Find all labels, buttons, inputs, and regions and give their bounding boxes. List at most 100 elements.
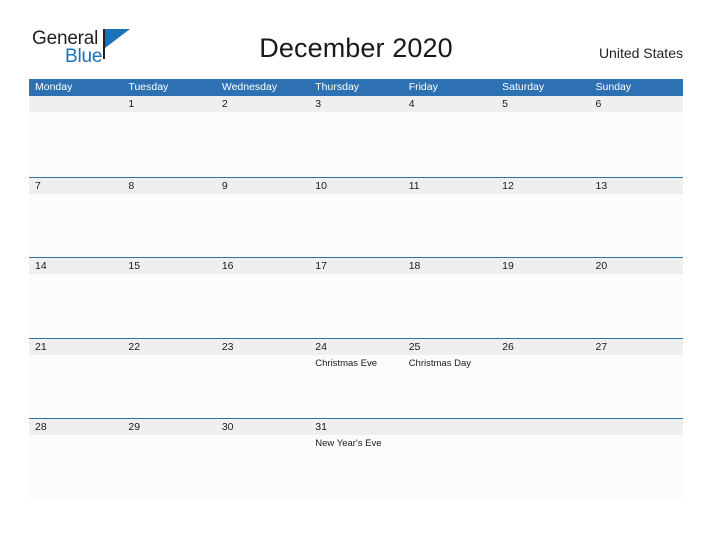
day-events-cell[interactable] [29, 435, 122, 498]
day-events-cell[interactable] [590, 274, 683, 337]
day-cell[interactable]: 26 [496, 339, 589, 355]
day-cell[interactable]: 29 [122, 419, 215, 435]
day-cell[interactable]: 15 [122, 258, 215, 274]
day-cell[interactable] [590, 419, 683, 435]
day-cell[interactable]: 27 [590, 339, 683, 355]
day-events-cell[interactable] [496, 435, 589, 498]
week-date-band: 21 22 23 24 25 26 27 [29, 338, 683, 355]
day-events-cell[interactable] [29, 355, 122, 418]
weekday-saturday: Saturday [502, 81, 545, 93]
day-cell[interactable]: 10 [309, 178, 402, 194]
day-events-cell[interactable] [216, 194, 309, 257]
day-events-cell[interactable] [403, 435, 496, 498]
date-number: 9 [221, 179, 228, 192]
date-number: 3 [315, 98, 322, 110]
day-cell[interactable]: 17 [309, 258, 402, 274]
day-cell[interactable]: 7 [29, 178, 122, 194]
week-row: 21 22 23 24 25 26 27 Christmas Eve Chris… [29, 337, 683, 419]
day-cell[interactable]: 3 [309, 96, 402, 112]
day-cell[interactable]: 21 [29, 339, 122, 355]
day-events-cell[interactable] [403, 274, 496, 337]
day-events-cell[interactable] [122, 194, 215, 257]
day-events-cell[interactable] [309, 274, 402, 337]
day-cell[interactable]: 28 [29, 419, 122, 435]
day-events-cell[interactable] [309, 112, 402, 175]
date-number: 28 [35, 421, 47, 433]
holiday-label [502, 194, 589, 196]
day-cell[interactable]: 2 [216, 96, 309, 112]
day-cell[interactable]: 30 [216, 419, 309, 435]
day-cell[interactable]: 12 [496, 178, 589, 194]
day-events-cell[interactable] [496, 112, 589, 175]
day-cell[interactable]: 9 [216, 178, 309, 194]
day-cell[interactable]: 20 [590, 258, 683, 274]
day-events-cell[interactable] [590, 355, 683, 418]
page-header: General Blue December 2020 United States [0, 0, 712, 76]
day-cell[interactable]: 14 [29, 258, 122, 274]
day-events-cell[interactable] [590, 435, 683, 498]
day-cell[interactable] [29, 96, 122, 112]
day-cell[interactable]: 8 [122, 178, 215, 194]
day-events-cell[interactable] [496, 194, 589, 257]
day-events-cell[interactable] [122, 274, 215, 337]
holiday-label [596, 194, 683, 196]
week-event-band [29, 112, 683, 175]
day-events-cell[interactable] [216, 355, 309, 418]
day-events-cell[interactable] [216, 274, 309, 337]
day-cell[interactable]: 5 [496, 96, 589, 112]
date-number: 26 [502, 340, 514, 353]
day-events-cell[interactable]: Christmas Day [403, 355, 496, 418]
day-cell[interactable]: 25 [403, 339, 496, 355]
day-cell[interactable]: 23 [216, 339, 309, 355]
day-cell[interactable]: 6 [590, 96, 683, 112]
day-events-cell[interactable] [216, 112, 309, 175]
week-event-band: New Year's Eve [29, 435, 683, 498]
day-events-cell[interactable] [122, 112, 215, 175]
week-row: 14 15 16 17 18 19 20 [29, 257, 683, 338]
day-events-cell[interactable] [403, 112, 496, 175]
day-events-cell[interactable] [590, 194, 683, 257]
day-cell[interactable]: 31 [309, 419, 402, 435]
day-events-cell[interactable]: Christmas Eve [309, 355, 402, 418]
day-events-cell[interactable] [29, 274, 122, 337]
holiday-label [35, 112, 122, 114]
day-events-cell[interactable] [403, 194, 496, 257]
date-number: 22 [128, 340, 141, 353]
day-events-cell[interactable] [122, 355, 215, 418]
day-events-cell[interactable] [216, 435, 309, 498]
holiday-label [502, 355, 589, 357]
holiday-label: Christmas Eve [315, 357, 378, 369]
day-cell[interactable]: 22 [122, 339, 215, 355]
day-cell[interactable]: 13 [590, 178, 683, 194]
day-cell[interactable]: 24 [309, 339, 402, 355]
day-cell[interactable]: 19 [496, 258, 589, 274]
weekday-thursday: Thursday [315, 81, 360, 93]
date-number: 5 [502, 98, 508, 110]
day-cell[interactable]: 1 [122, 96, 215, 112]
day-events-cell[interactable] [122, 435, 215, 498]
day-events-cell[interactable] [496, 355, 589, 418]
calendar-table: Monday Tuesday Wednesday Thursday Friday… [29, 79, 683, 499]
day-cell[interactable]: 11 [403, 178, 496, 194]
country-label: United States [598, 45, 683, 61]
day-cell[interactable]: 16 [216, 258, 309, 274]
holiday-label [596, 435, 683, 437]
day-cell[interactable] [403, 419, 496, 435]
day-events-cell[interactable] [590, 112, 683, 175]
date-number: 27 [595, 340, 608, 353]
day-cell[interactable]: 18 [403, 258, 496, 274]
day-cell[interactable] [496, 419, 589, 435]
date-number: 31 [315, 421, 327, 433]
week-date-band: 7 8 9 10 11 12 13 [29, 177, 683, 194]
day-events-cell[interactable] [309, 194, 402, 257]
day-cell[interactable]: 4 [403, 96, 496, 112]
date-number: 25 [408, 340, 421, 353]
date-number: 8 [128, 179, 135, 192]
day-events-cell[interactable] [496, 274, 589, 337]
day-events-cell[interactable] [29, 194, 122, 257]
holiday-label [409, 112, 496, 114]
week-row: 7 8 9 10 11 12 13 [29, 176, 683, 258]
day-events-cell[interactable] [29, 112, 122, 175]
day-events-cell[interactable]: New Year's Eve [309, 435, 402, 498]
date-number: 10 [315, 179, 327, 192]
